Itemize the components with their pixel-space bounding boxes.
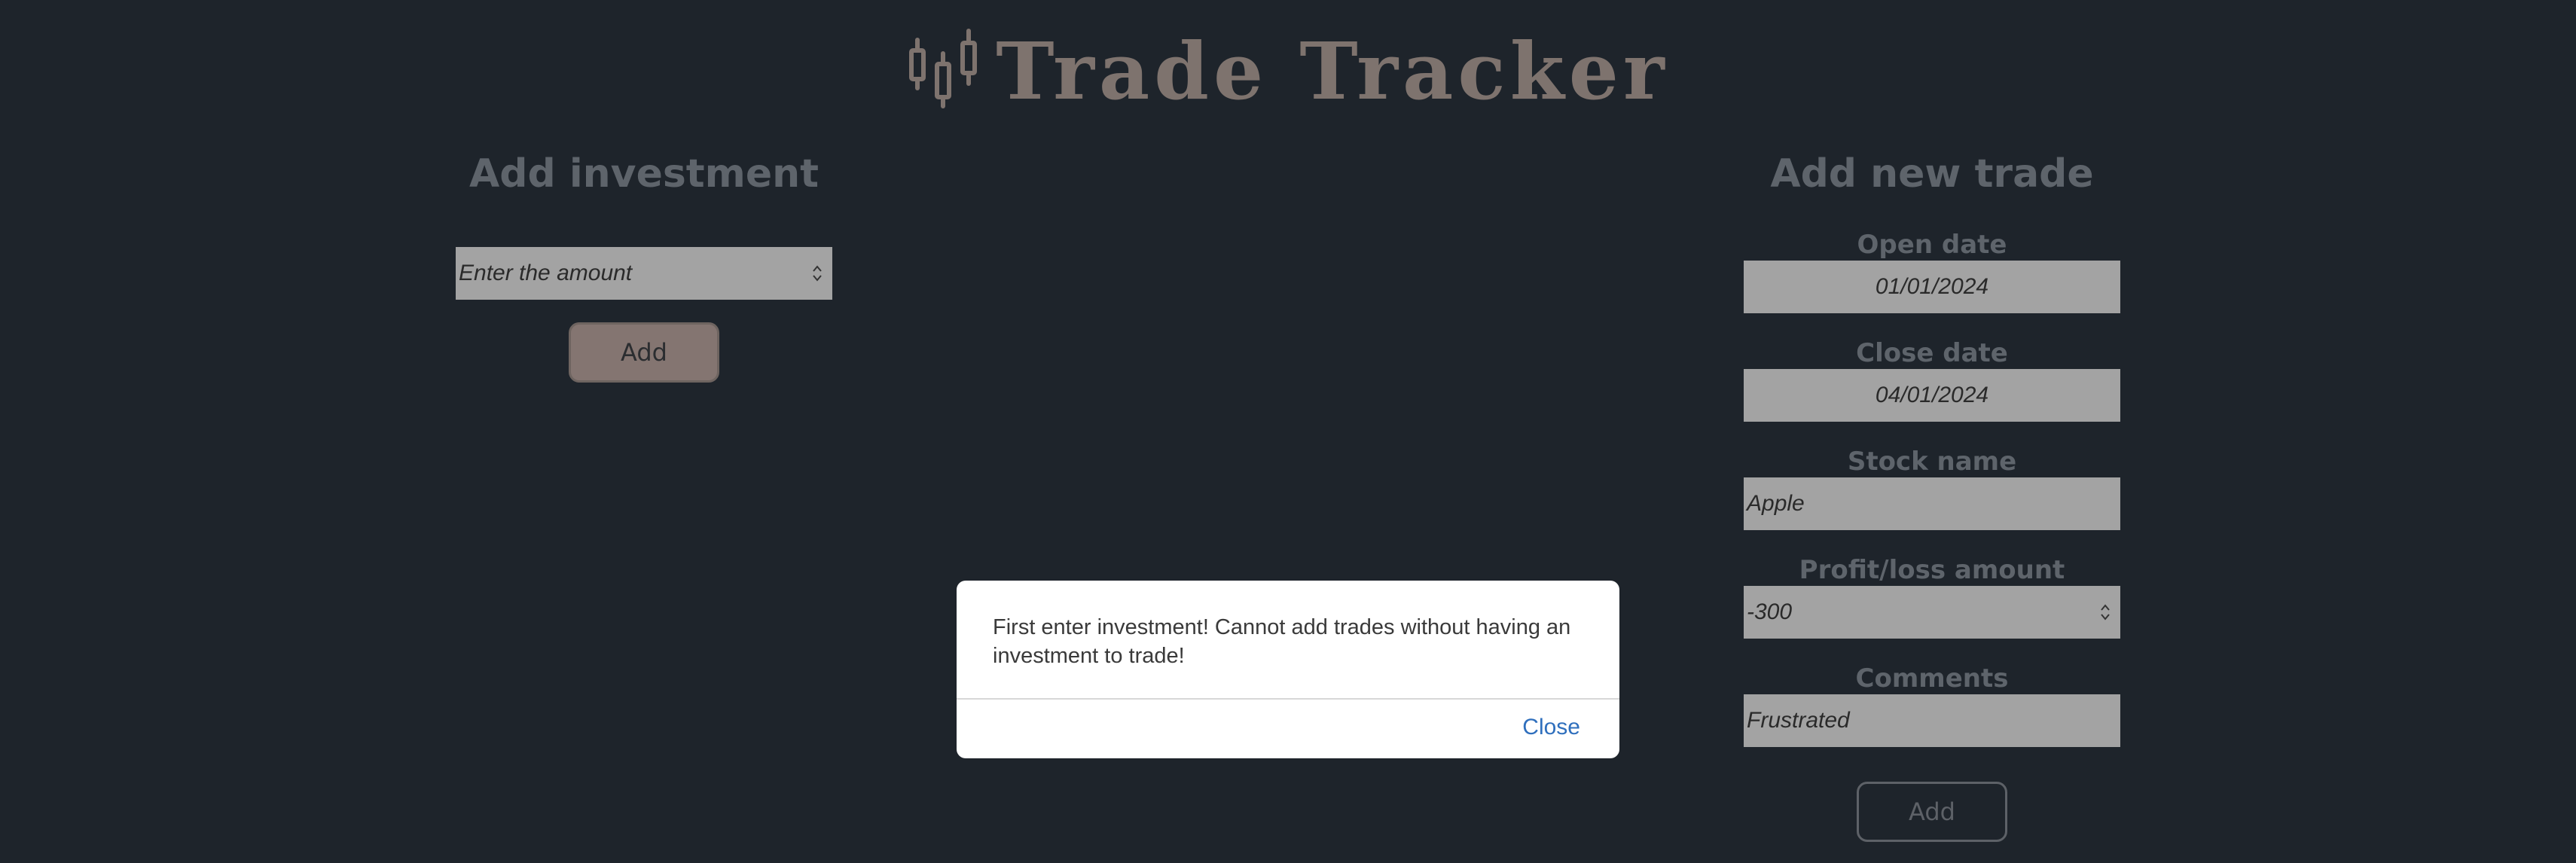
profit-loss-input[interactable]: -300 (1744, 586, 2120, 639)
candlestick-chart-icon (909, 29, 978, 108)
add-investment-title: Add investment (469, 151, 819, 197)
close-date-label: Close date (1856, 338, 2008, 368)
alert-modal: First enter investment! Cannot add trade… (957, 581, 1619, 758)
close-date-value: 04/01/2024 (1875, 383, 1989, 407)
stock-name-label: Stock name (1847, 447, 2017, 477)
modal-close-button[interactable]: Close (1522, 715, 1580, 740)
modal-divider (957, 698, 1619, 700)
investment-amount-placeholder: Enter the amount (459, 261, 633, 285)
stock-name-input[interactable]: Apple (1744, 477, 2120, 530)
open-date-input[interactable]: 01/01/2024 (1744, 261, 2120, 313)
investment-amount-input[interactable]: Enter the amount (456, 247, 832, 300)
profit-loss-label: Profit/loss amount (1799, 555, 2065, 585)
close-date-input[interactable]: 04/01/2024 (1744, 369, 2120, 422)
comments-value: Frustrated (1747, 708, 1850, 733)
number-spinner-icon[interactable] (811, 262, 823, 285)
comments-label: Comments (1855, 663, 2009, 694)
stock-name-value: Apple (1747, 491, 1805, 516)
profit-loss-value: -300 (1747, 599, 1793, 624)
modal-message: First enter investment! Cannot add trade… (993, 615, 1571, 668)
app-header: Trade Tracker (0, 15, 2576, 128)
comments-input[interactable]: Frustrated (1744, 694, 2120, 747)
number-spinner-icon[interactable] (2099, 601, 2111, 624)
open-date-value: 01/01/2024 (1875, 274, 1989, 299)
app-title: Trade Tracker (996, 25, 1669, 117)
add-investment-button[interactable]: Add (569, 322, 719, 383)
add-trade-title: Add new trade (1770, 151, 2094, 197)
open-date-label: Open date (1857, 230, 2007, 260)
add-trade-button[interactable]: Add (1857, 782, 2007, 842)
